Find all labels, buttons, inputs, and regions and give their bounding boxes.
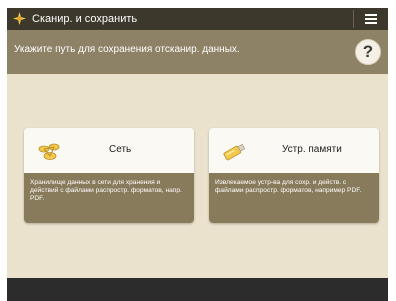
network-option-label: Сеть (109, 144, 132, 155)
help-button[interactable]: ? (355, 39, 381, 65)
title-bar: Сканир. и сохранить (7, 8, 388, 30)
network-option-description: Хранилище данных в сети для хранения и д… (24, 173, 194, 223)
menu-button[interactable] (354, 8, 388, 30)
network-option-button[interactable]: Сеть Хранилище данных в сети для хранени… (24, 128, 194, 223)
instruction-bar: Укажите путь для сохранения отсканир. да… (7, 30, 388, 74)
instruction-text: Укажите путь для сохранения отсканир. да… (14, 44, 240, 55)
network-icon (38, 143, 60, 160)
scan-save-icon (13, 12, 26, 25)
memory-option-button[interactable]: Устр. памяти Извлекаемое устр-ва для сох… (209, 128, 379, 223)
status-bar (7, 278, 388, 301)
option-header: Сеть (24, 128, 194, 173)
memory-option-description: Извлекаемое устр-ва для сохр. и действ. … (209, 173, 379, 223)
screen: Сканир. и сохранить Укажите путь для сох… (7, 8, 388, 301)
app-title: Сканир. и сохранить (32, 13, 138, 25)
hamburger-icon (365, 14, 377, 16)
memory-option-label: Устр. памяти (282, 144, 342, 155)
help-icon: ? (362, 42, 374, 61)
usb-memory-icon (223, 143, 246, 161)
option-header: Устр. памяти (209, 128, 379, 173)
